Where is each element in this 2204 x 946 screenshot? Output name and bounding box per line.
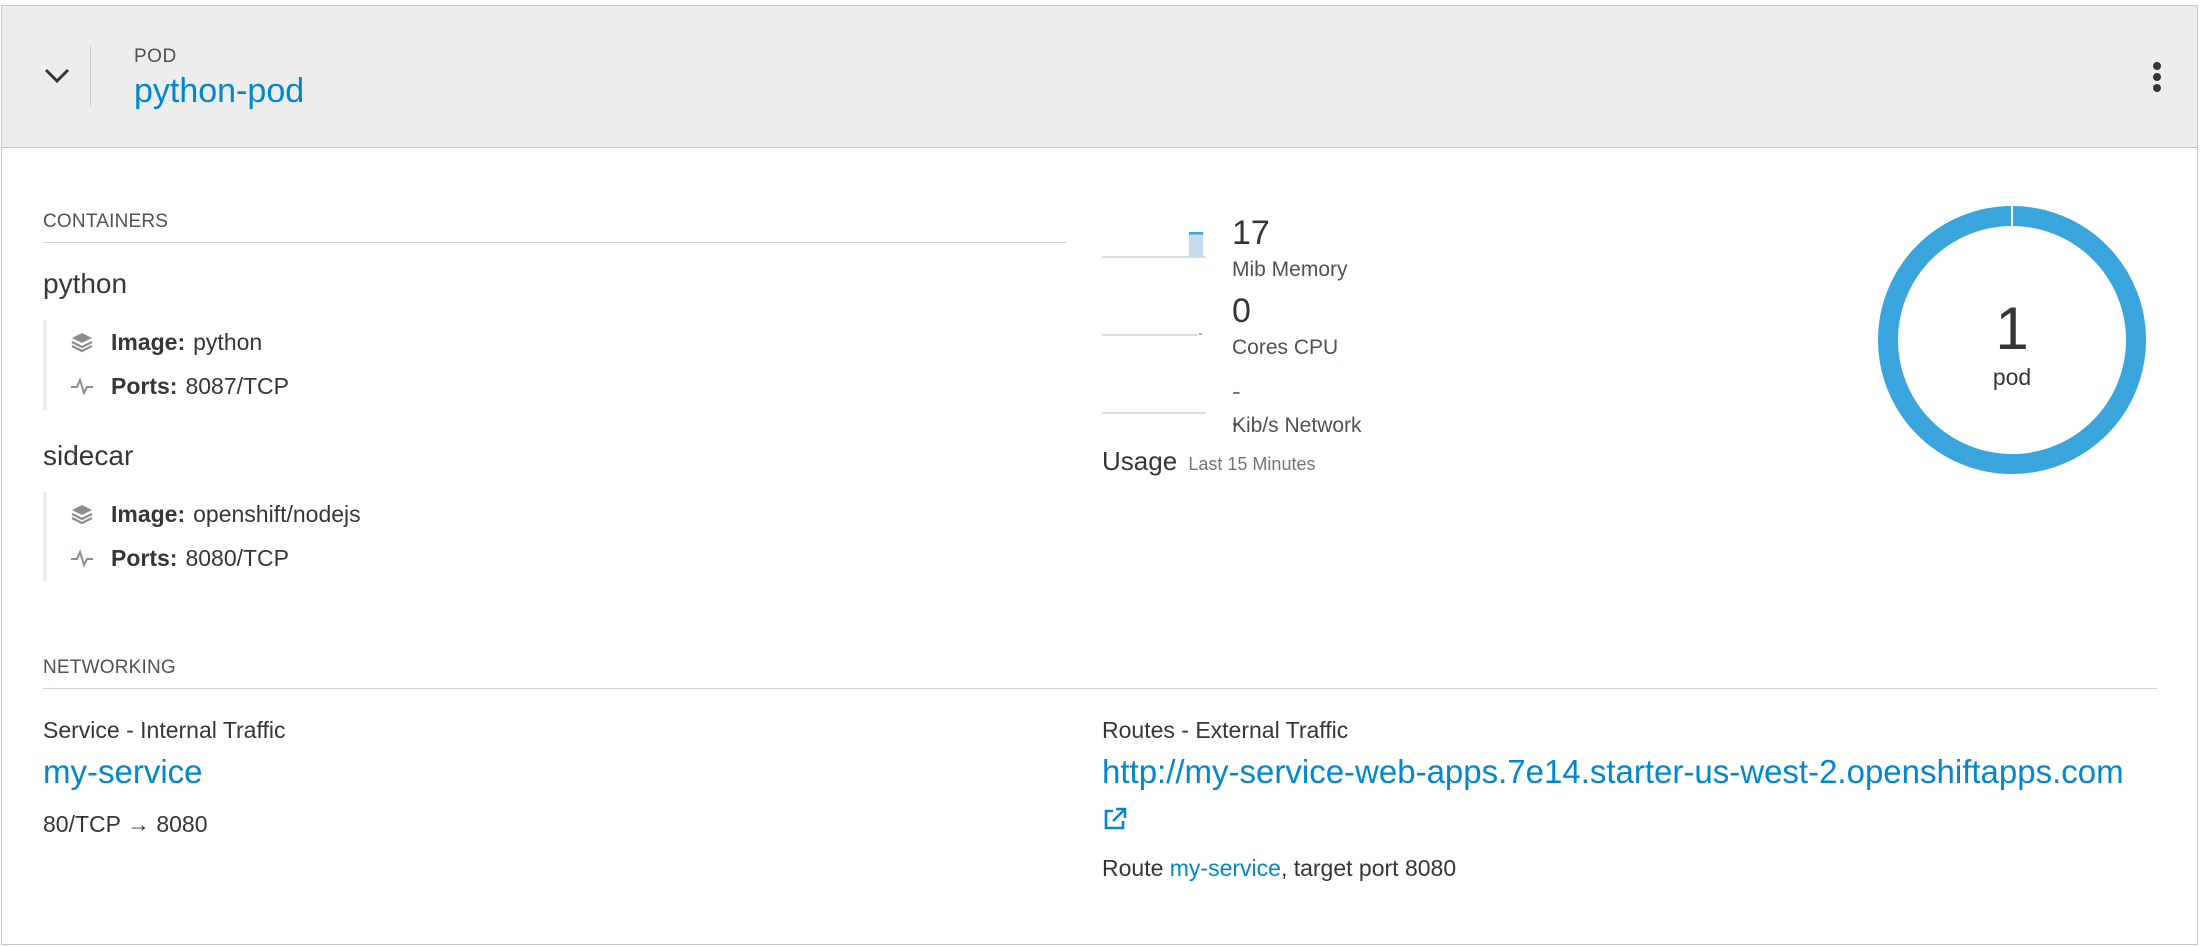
pulse-icon [69, 373, 95, 399]
image-label: Image: [111, 500, 186, 527]
route-name-link[interactable]: my-service [1170, 855, 1281, 881]
header-divider [90, 46, 91, 106]
pulse-icon [69, 545, 95, 571]
network-sparkline [1102, 412, 1206, 414]
service-heading: Service - Internal Traffic [43, 717, 286, 743]
networking-divider [43, 688, 2157, 689]
routes-heading: Routes - External Traffic [1102, 717, 1349, 743]
resource-kind-label: POD [134, 46, 177, 67]
networking-title: NETWORKING [43, 657, 176, 678]
containers-divider [43, 242, 1066, 243]
container-details-python: Image: python Ports: 8087/TCP [43, 320, 289, 410]
container-name-python: python [43, 268, 128, 299]
usage-range: Last 15 Minutes [1188, 454, 1316, 474]
image-value: python [193, 328, 263, 355]
container-name-sidecar: sidecar [43, 440, 134, 471]
usage-label: Usage Last 15 Minutes [1102, 446, 1315, 477]
ports-label: Ports: [111, 372, 178, 399]
kebab-icon[interactable] [2149, 62, 2165, 96]
memory-value: 17 [1232, 214, 1270, 252]
image-row: Image: python [69, 320, 289, 364]
usage-title: Usage [1102, 446, 1178, 476]
layers-icon [69, 501, 95, 527]
containers-title: CONTAINERS [43, 211, 169, 232]
service-link[interactable]: my-service [43, 753, 203, 791]
memory-sparkline [1102, 232, 1206, 258]
image-label: Image: [111, 328, 186, 355]
image-row: Image: openshift/nodejs [69, 492, 361, 536]
route-url-link[interactable]: http://my-service-web-apps.7e14.starter-… [1102, 753, 2124, 791]
memory-unit: Mib Memory [1232, 258, 1348, 281]
card-header: POD python-pod [2, 6, 2197, 148]
route-prefix: Route [1102, 855, 1164, 881]
ports-label: Ports: [111, 544, 178, 571]
pod-card: POD python-pod CONTAINERS python Image: … [1, 5, 2198, 945]
cpu-sparkline [1102, 333, 1202, 336]
service-ports: 80/TCP → 8080 [43, 811, 208, 837]
ports-row: Ports: 8087/TCP [69, 364, 289, 408]
pod-name-link[interactable]: python-pod [134, 72, 304, 111]
ports-value: 8087/TCP [185, 372, 290, 399]
chevron-down-icon[interactable] [40, 58, 74, 92]
ports-value: 8080/TCP [185, 544, 290, 571]
route-description: Route my-service, target port 8080 [1102, 855, 1456, 882]
cpu-unit: Cores CPU [1232, 336, 1339, 359]
route-suffix: , target port 8080 [1280, 855, 1457, 881]
ports-row: Ports: 8080/TCP [69, 536, 361, 580]
external-link-icon[interactable] [1102, 806, 1128, 832]
pod-count-value: 1 [1995, 295, 2029, 362]
cpu-value: 0 [1232, 292, 1251, 330]
layers-icon [69, 329, 95, 355]
image-value: openshift/nodejs [193, 500, 361, 527]
container-details-sidecar: Image: openshift/nodejs Ports: 8080/TCP [43, 492, 361, 582]
pod-count-label: pod [1992, 364, 2032, 390]
network-unit: Kib/s Network [1232, 414, 1362, 437]
